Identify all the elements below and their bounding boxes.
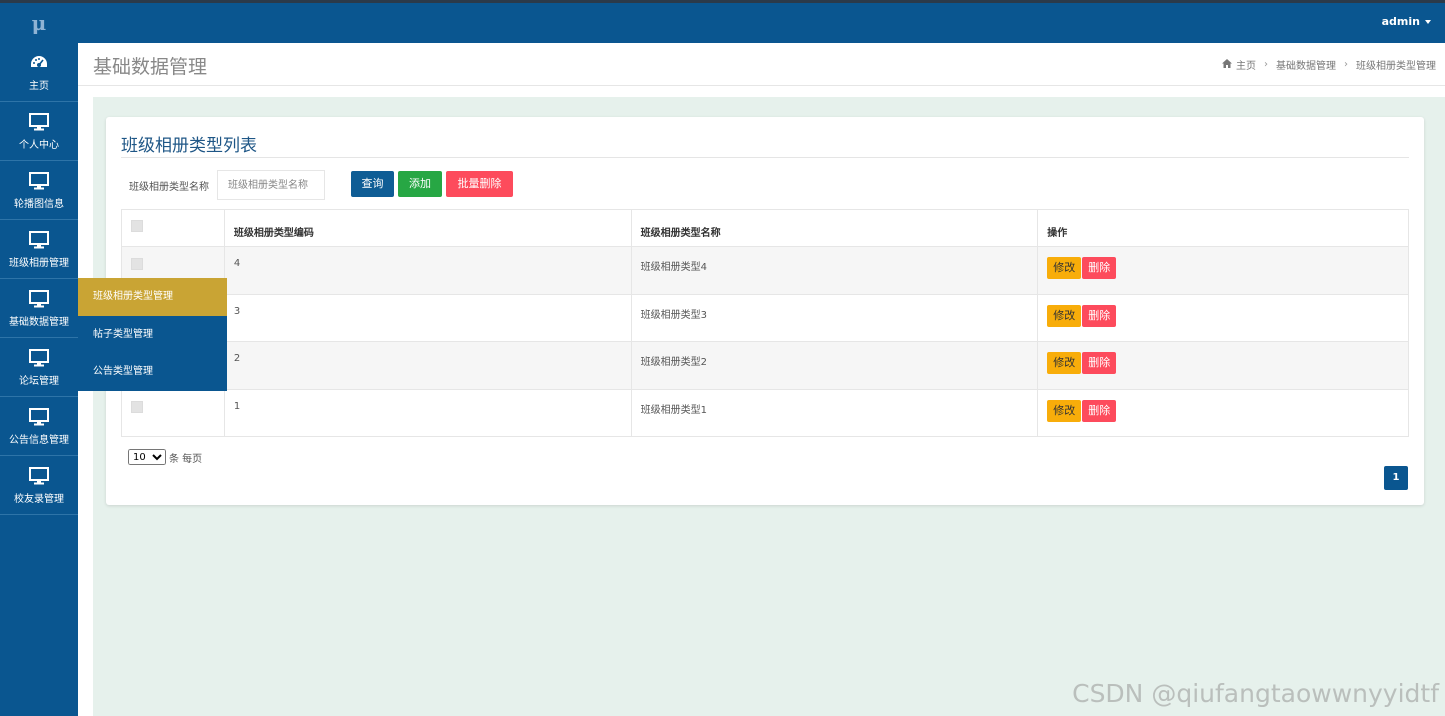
table-row: 1 班级相册类型1 修改 删除 (121, 388, 1409, 437)
edit-button[interactable]: 修改 (1047, 304, 1082, 327)
sidebar-item-label: 班级相册管理 (9, 258, 69, 269)
sidebar: 主页 个人中心 轮播图信息 班级相册管理 基础数据管理 论坛管理 公告信息管理 … (0, 43, 78, 716)
sidebar-item-label: 个人中心 (19, 140, 59, 151)
sidebar-item-notice[interactable]: 公告信息管理 (0, 397, 78, 456)
search-label: 班级相册类型名称 (129, 182, 209, 193)
delete-button[interactable]: 删除 (1082, 399, 1117, 422)
select-all-header (121, 209, 225, 247)
cell-code: 4 (223, 246, 632, 295)
column-header: 班级相册类型名称 (630, 209, 1039, 247)
page-title: 基础数据管理 (93, 56, 208, 78)
sidebar-item-personal-center[interactable]: 个人中心 (0, 102, 78, 161)
column-header: 班级相册类型编码 (223, 209, 632, 247)
home-icon (1222, 58, 1232, 71)
delete-button[interactable]: 删除 (1082, 352, 1117, 374)
cell-code: 2 (223, 341, 632, 390)
caret-down-icon (1425, 20, 1431, 24)
add-button[interactable]: 添加 (398, 171, 442, 197)
breadcrumb: 主页 › 基础数据管理 › 班级相册类型管理 (1222, 57, 1436, 72)
sidebar-item-class-album[interactable]: 班级相册管理 (0, 220, 78, 279)
monitor-icon (29, 229, 49, 251)
monitor-icon (29, 465, 49, 487)
cell-name: 班级相册类型4 (630, 246, 1039, 295)
submenu-item-notice-type[interactable]: 公告类型管理 (78, 353, 227, 391)
watermark: CSDN @qiufangtaowwnyyidtf (1072, 679, 1439, 708)
sidebar-item-home[interactable]: 主页 (0, 43, 78, 102)
query-button[interactable]: 查询 (351, 171, 394, 197)
cell-name: 班级相册类型2 (630, 341, 1039, 390)
edit-button[interactable]: 修改 (1047, 399, 1082, 422)
dashboard-icon (29, 52, 49, 74)
cell-code: 1 (223, 388, 632, 437)
chevron-right-icon: › (1344, 59, 1348, 70)
batch-delete-button[interactable]: 批量删除 (446, 171, 513, 197)
sidebar-item-label: 主页 (29, 81, 49, 92)
sidebar-item-label: 公告信息管理 (9, 435, 69, 446)
submenu-item-album-type[interactable]: 班级相册类型管理 (78, 278, 227, 316)
sidebar-item-label: 校友录管理 (14, 494, 64, 505)
select-all-checkbox[interactable] (131, 220, 143, 232)
monitor-icon (29, 406, 49, 428)
search-input[interactable] (217, 170, 325, 200)
monitor-icon (29, 111, 49, 133)
page-size-control: 10 条 每页 (128, 449, 202, 465)
cell-name: 班级相册类型1 (630, 388, 1039, 437)
sidebar-item-alumni[interactable]: 校友录管理 (0, 456, 78, 515)
cell-actions: 修改 删除 (1037, 246, 1409, 295)
submenu-item-post-type[interactable]: 帖子类型管理 (78, 316, 227, 354)
cell-actions: 修改 删除 (1037, 341, 1409, 390)
sidebar-item-carousel[interactable]: 轮播图信息 (0, 161, 78, 220)
page-button-current[interactable]: 1 (1384, 466, 1408, 490)
breadcrumb-basic-data[interactable]: 基础数据管理 (1276, 57, 1336, 72)
app-logo[interactable]: μ (0, 3, 78, 43)
delete-button[interactable]: 删除 (1082, 304, 1117, 327)
user-name: admin (1381, 15, 1420, 28)
list-card: 班级相册类型列表 班级相册类型名称 查询 添加 批量删除 班级相册类型编码 班级… (106, 117, 1424, 505)
page-size-label: 条 每页 (169, 453, 203, 465)
basic-data-submenu: 班级相册类型管理 帖子类型管理 公告类型管理 (78, 278, 227, 391)
user-menu[interactable]: admin (1382, 3, 1431, 43)
table-row: 4 班级相册类型4 修改 删除 (121, 246, 1409, 295)
data-table: 班级相册类型编码 班级相册类型名称 操作 4 班级相册类型4 修改 删除 3 班级… (121, 209, 1409, 437)
sidebar-item-label: 轮播图信息 (14, 199, 64, 210)
edit-button[interactable]: 修改 (1047, 352, 1082, 374)
monitor-icon (29, 170, 49, 192)
breadcrumb-current: 班级相册类型管理 (1356, 61, 1436, 72)
sidebar-item-basic-data[interactable]: 基础数据管理 (0, 279, 78, 338)
card-title: 班级相册类型列表 (121, 136, 257, 156)
monitor-icon (29, 347, 49, 369)
page-header: 基础数据管理 主页 › 基础数据管理 › 班级相册类型管理 (78, 43, 1445, 86)
delete-button[interactable]: 删除 (1082, 257, 1117, 279)
sidebar-item-label: 论坛管理 (19, 376, 59, 387)
top-bar: μ admin (0, 0, 1445, 43)
cell-code: 3 (223, 293, 632, 342)
cell-actions: 修改 删除 (1037, 293, 1409, 342)
cell-actions: 修改 删除 (1037, 388, 1409, 437)
table-row: 3 班级相册类型3 修改 删除 (121, 293, 1409, 342)
breadcrumb-home[interactable]: 主页 (1236, 57, 1256, 72)
row-checkbox[interactable] (131, 258, 143, 270)
monitor-icon (29, 288, 49, 310)
chevron-right-icon: › (1264, 59, 1268, 70)
row-checkbox[interactable] (131, 400, 143, 413)
sidebar-item-forum[interactable]: 论坛管理 (0, 338, 78, 397)
column-header: 操作 (1037, 209, 1409, 247)
table-header-row: 班级相册类型编码 班级相册类型名称 操作 (121, 209, 1409, 247)
cell-name: 班级相册类型3 (630, 293, 1039, 342)
page-size-select[interactable]: 10 (128, 449, 166, 465)
edit-button[interactable]: 修改 (1047, 257, 1082, 279)
sidebar-item-label: 基础数据管理 (9, 317, 69, 328)
table-row: 2 班级相册类型2 修改 删除 (121, 341, 1409, 390)
divider (121, 157, 1409, 158)
